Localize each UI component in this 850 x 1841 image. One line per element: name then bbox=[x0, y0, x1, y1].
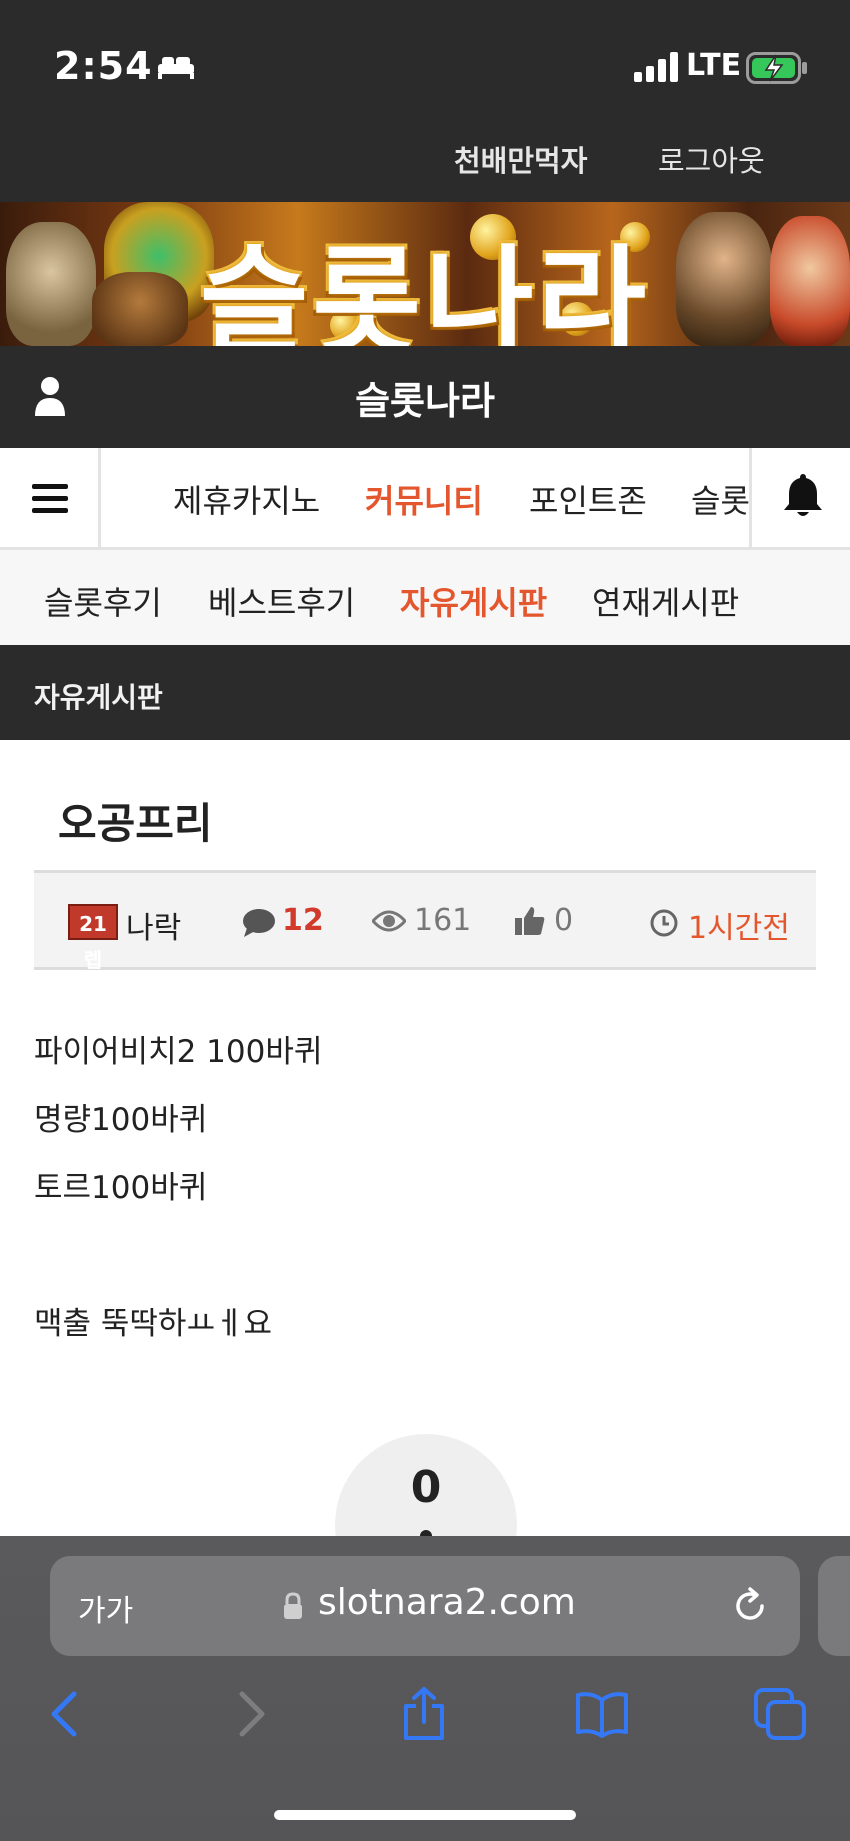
sub-nav-free-board[interactable]: 자유게시판 bbox=[400, 578, 547, 624]
sub-nav-serial-board[interactable]: 연재게시판 bbox=[592, 578, 739, 624]
sub-nav-slot-review[interactable]: 슬롯후기 bbox=[44, 578, 162, 624]
thumbs-up-icon bbox=[515, 907, 545, 935]
bookmarks-icon[interactable] bbox=[574, 1686, 630, 1742]
board-title: 자유게시판 bbox=[34, 681, 163, 714]
banner-title: 슬롯나라 bbox=[199, 233, 651, 346]
clock-icon bbox=[650, 909, 678, 937]
lock-icon bbox=[284, 1592, 302, 1619]
post-body-line: 파이어비치2 100바퀴 bbox=[34, 1034, 323, 1070]
menu-icon-bar bbox=[32, 496, 68, 501]
post-title: 오공프리 bbox=[58, 799, 213, 848]
site-title[interactable]: 슬롯나라 bbox=[0, 370, 850, 425]
status-time: 2:54 bbox=[54, 44, 153, 88]
nav-item-partner-casino[interactable]: 제휴카지노 bbox=[173, 476, 320, 522]
hamburger-menu-button[interactable] bbox=[0, 448, 101, 547]
bell-icon bbox=[784, 474, 822, 516]
sub-nav-best-review[interactable]: 베스트후기 bbox=[208, 578, 355, 624]
main-nav-scroll[interactable]: 제휴카지노 커뮤니티 포인트존 슬롯 bbox=[101, 448, 749, 547]
level-badge: 21렙 bbox=[68, 904, 118, 972]
post-body-line: 맥출 뚝딱하ㅛㅔ요 bbox=[34, 1306, 273, 1342]
nav-item-point-zone[interactable]: 포인트존 bbox=[529, 476, 647, 522]
comment-count: 12 bbox=[282, 903, 324, 938]
menu-icon-bar bbox=[32, 508, 68, 513]
back-icon[interactable] bbox=[38, 1686, 94, 1742]
post-meta: 21렙 나락 12 161 0 1시간전 bbox=[34, 870, 816, 972]
recommend-count: 0 bbox=[410, 1462, 442, 1513]
reload-icon[interactable] bbox=[730, 1586, 770, 1626]
user-nickname[interactable]: 천배만먹자 bbox=[454, 138, 587, 180]
nav-item-community[interactable]: 커뮤니티 bbox=[365, 476, 483, 522]
url-text[interactable]: slotnara2.com bbox=[318, 1582, 576, 1623]
menu-icon-bar bbox=[32, 484, 68, 489]
next-tab-address-bar[interactable] bbox=[818, 1556, 850, 1656]
notification-button[interactable] bbox=[749, 448, 850, 547]
text-size-button[interactable]: 가가 bbox=[78, 1586, 133, 1630]
home-indicator[interactable] bbox=[274, 1810, 576, 1820]
nav-item-slot[interactable]: 슬롯 bbox=[691, 476, 749, 522]
post-author[interactable]: 나락 bbox=[126, 903, 181, 947]
post-body-line: 명량100바퀴 bbox=[34, 1102, 208, 1138]
eye-icon bbox=[372, 910, 406, 932]
view-count: 161 bbox=[414, 903, 472, 938]
site-banner[interactable]: 슬롯나라 bbox=[0, 202, 850, 346]
board-title-bar: 자유게시판 bbox=[0, 648, 850, 740]
browser-toolbar: 가가 slotnara2.com bbox=[0, 1536, 850, 1841]
tabs-icon[interactable] bbox=[752, 1686, 808, 1742]
forward-icon[interactable] bbox=[222, 1686, 278, 1742]
share-icon[interactable] bbox=[396, 1686, 452, 1742]
address-bar[interactable]: 가가 slotnara2.com bbox=[50, 1556, 800, 1656]
post-body-line: 토르100바퀴 bbox=[34, 1170, 208, 1206]
main-nav: 제휴카지노 커뮤니티 포인트존 슬롯 bbox=[0, 448, 850, 550]
logout-link[interactable]: 로그아웃 bbox=[658, 138, 765, 180]
post-time: 1시간전 bbox=[688, 911, 790, 946]
like-count: 0 bbox=[554, 903, 574, 938]
sub-nav: 슬롯후기 베스트후기 자유게시판 연재게시판 bbox=[0, 550, 850, 648]
comment-icon bbox=[243, 909, 275, 937]
cellular-signal-icon bbox=[634, 52, 678, 82]
sleep-mode-icon bbox=[158, 57, 194, 79]
network-type: LTE bbox=[686, 48, 742, 83]
top-bar: 2:54 LTE 천배만먹자 로그아웃 bbox=[0, 0, 850, 202]
site-header: 슬롯나라 bbox=[0, 346, 850, 448]
battery-charging-icon bbox=[746, 52, 807, 84]
